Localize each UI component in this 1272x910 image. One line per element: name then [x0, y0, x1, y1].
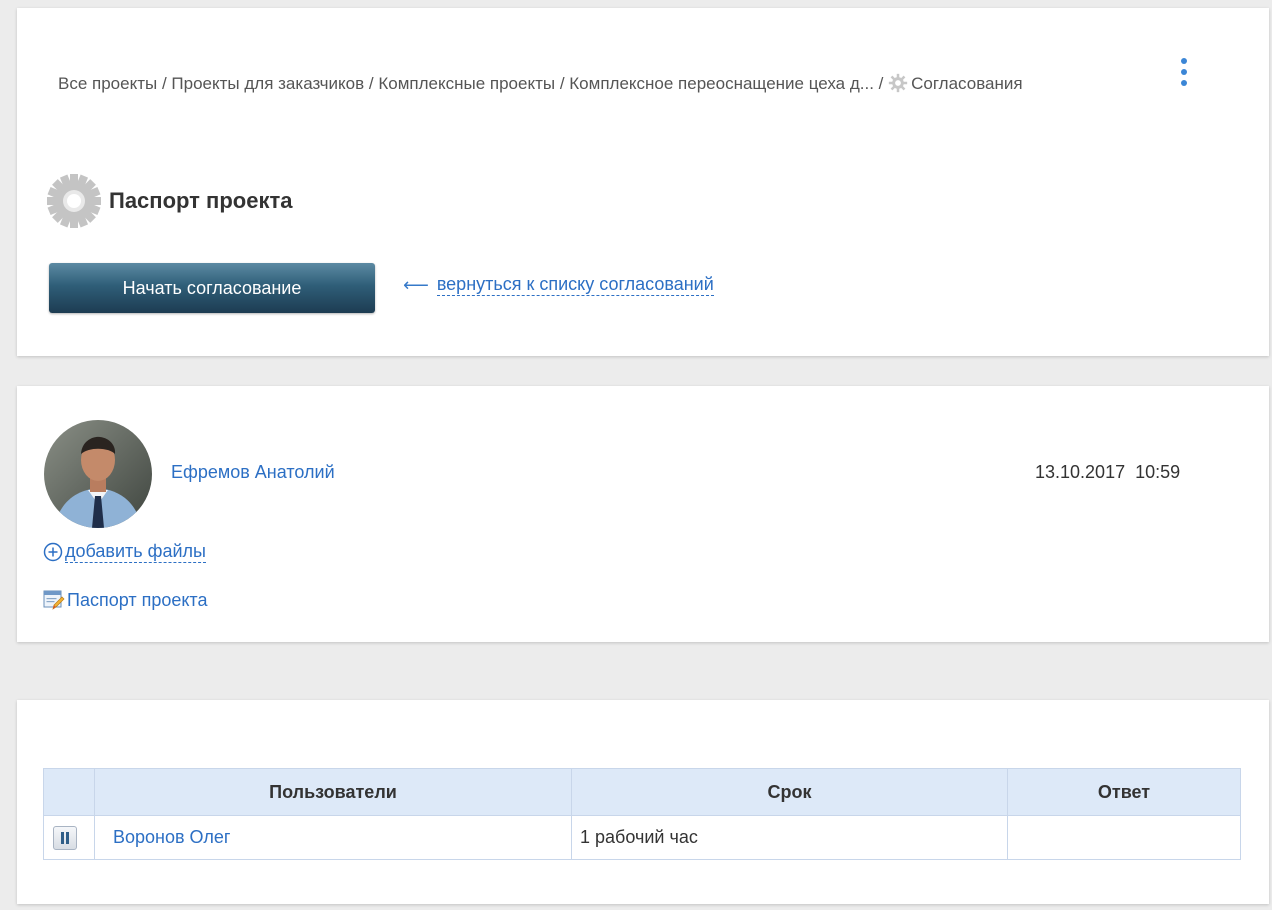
table-header-icon — [43, 768, 95, 816]
arrow-left-icon: ⟵ — [403, 274, 429, 295]
breadcrumb-separator: / — [161, 74, 172, 93]
add-files-button[interactable]: добавить файлы — [43, 541, 206, 563]
gear-icon — [47, 174, 101, 228]
pause-icon[interactable] — [53, 825, 77, 850]
breadcrumb-separator: / — [368, 74, 379, 93]
back-to-list: ⟵ вернуться к списку согласований — [403, 274, 714, 296]
page-title: Паспорт проекта — [109, 188, 293, 213]
start-approval-button[interactable]: Начать согласование — [49, 263, 375, 313]
gear-icon — [888, 73, 908, 93]
document-edit-icon — [43, 590, 65, 610]
table-header-users: Пользователи — [94, 768, 572, 816]
page-title-row: Паспорт проекта — [44, 171, 292, 231]
author-name-link[interactable]: Ефремов Анатолий — [171, 462, 335, 483]
author-date: 13.10.2017 — [1035, 462, 1126, 482]
back-to-approvals-link[interactable]: вернуться к списку согласований — [436, 274, 714, 296]
document-link[interactable]: Паспорт проекта — [43, 589, 207, 611]
add-files-label: добавить файлы — [65, 541, 206, 563]
author-card: Ефремов Анатолий 13.10.2017 10:59 добави… — [17, 386, 1269, 642]
more-menu-icon[interactable] — [1177, 58, 1191, 90]
approvers-card: Пользователи Срок Ответ Воронов Олег 1 р… — [17, 700, 1269, 904]
avatar-image — [44, 420, 152, 528]
document-label: Паспорт проекта — [67, 589, 208, 610]
breadcrumb-separator: / — [559, 74, 570, 93]
breadcrumb-item-all-projects[interactable]: Все проекты — [58, 74, 157, 93]
breadcrumb-separator: / — [878, 74, 889, 93]
row-status-cell — [43, 815, 95, 860]
avatar[interactable] — [44, 420, 152, 528]
header-card: Все проекты / Проекты для заказчиков / К… — [17, 8, 1269, 356]
breadcrumb: Все проекты / Проекты для заказчиков / К… — [58, 56, 1158, 111]
author-timestamp: 13.10.2017 10:59 — [1035, 462, 1180, 483]
table-row: Воронов Олег 1 рабочий час — [43, 815, 1241, 860]
breadcrumb-current-label: Согласования — [911, 74, 1023, 93]
breadcrumb-item-project[interactable]: Комплексное переоснащение цеха д... — [569, 74, 874, 93]
breadcrumb-current: Согласования — [888, 73, 1023, 93]
breadcrumb-item-complex-projects[interactable]: Комплексные проекты — [378, 74, 555, 93]
plus-circle-icon — [43, 542, 63, 562]
author-time: 10:59 — [1135, 462, 1181, 482]
row-user-cell: Воронов Олег — [94, 815, 572, 860]
approvers-table: Пользователи Срок Ответ Воронов Олег 1 р… — [43, 768, 1241, 860]
table-header-deadline: Срок — [571, 768, 1008, 816]
table-header-row: Пользователи Срок Ответ — [43, 768, 1241, 816]
row-deadline-cell: 1 рабочий час — [571, 815, 1008, 860]
breadcrumb-item-customer-projects[interactable]: Проекты для заказчиков — [171, 74, 364, 93]
table-header-answer: Ответ — [1007, 768, 1241, 816]
row-answer-cell — [1007, 815, 1241, 860]
user-link[interactable]: Воронов Олег — [113, 827, 230, 847]
